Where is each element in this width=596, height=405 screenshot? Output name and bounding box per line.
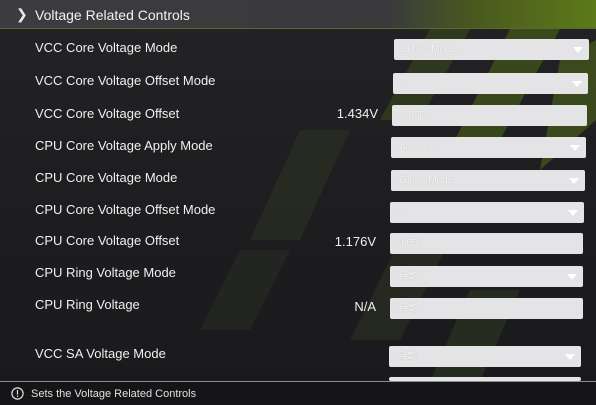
section-title: Voltage Related Controls <box>35 7 190 23</box>
vcc-core-voltage-offset-input[interactable]: 0.050 <box>392 105 587 126</box>
cpu-ring-voltage-readout: N/A <box>354 299 376 314</box>
cpu-ring-voltage-mode-dropdown[interactable]: 自動 <box>390 266 583 287</box>
row-label-vcc-sa-voltage-mode: VCC SA Voltage Mode <box>35 346 166 361</box>
cpu-core-voltage-mode-dropdown[interactable]: Offset Mode <box>391 170 585 191</box>
section-header[interactable]: ❯ Voltage Related Controls <box>0 0 596 29</box>
dropdown-arrow-icon <box>567 274 577 280</box>
row-label-vcc-core-voltage-offset: VCC Core Voltage Offset <box>35 106 180 121</box>
help-text: Sets the Voltage Related Controls <box>31 388 197 400</box>
dropdown-arrow-icon <box>568 210 578 216</box>
help-bar: Sets the Voltage Related Controls <box>0 382 596 405</box>
dropdown-arrow-icon <box>570 145 580 151</box>
row-label-cpu-ring-voltage-mode: CPU Ring Voltage Mode <box>35 265 176 280</box>
cpu-core-voltage-readout: 1.176V <box>334 234 376 249</box>
bios-screen: ❯ Voltage Related Controls VCC Core Volt… <box>0 0 596 405</box>
cpu-ring-voltage-input[interactable]: 自動 <box>390 298 583 319</box>
dropdown-arrow-icon <box>569 178 579 184</box>
info-icon <box>11 387 24 400</box>
cpu-core-voltage-apply-mode-dropdown[interactable]: All Cores <box>391 137 586 158</box>
row-label-cpu-core-voltage-offset: CPU Core Voltage Offset <box>35 233 180 248</box>
vcc-sa-voltage-mode-dropdown[interactable]: 自動 <box>389 346 581 367</box>
row-label-cpu-core-voltage-offset-mode: CPU Core Voltage Offset Mode <box>35 202 216 217</box>
dropdown-arrow-icon <box>572 81 582 87</box>
row-label-cpu-core-voltage-apply-mode: CPU Core Voltage Apply Mode <box>35 138 213 153</box>
vcc-core-voltage-mode-dropdown[interactable]: Offset Mode <box>394 39 589 60</box>
row-label-cpu-ring-voltage: CPU Ring Voltage <box>35 297 140 312</box>
dropdown-arrow-icon <box>573 47 583 53</box>
row-label-vcc-core-voltage-offset-mode: VCC Core Voltage Offset Mode <box>35 73 216 88</box>
row-label-vcc-core-voltage-mode: VCC Core Voltage Mode <box>35 40 178 55</box>
chevron-right-icon[interactable]: ❯ <box>16 6 28 22</box>
dropdown-arrow-icon <box>565 354 575 360</box>
vcc-core-voltage-readout: 1.434V <box>336 106 378 121</box>
row-label-cpu-core-voltage-mode: CPU Core Voltage Mode <box>35 170 178 185</box>
vcc-core-voltage-offset-mode-dropdown[interactable]: - <box>393 73 588 94</box>
cpu-core-voltage-offset-mode-dropdown[interactable]: - <box>390 202 584 223</box>
cpu-core-voltage-offset-input[interactable]: 0.050 <box>390 233 583 254</box>
